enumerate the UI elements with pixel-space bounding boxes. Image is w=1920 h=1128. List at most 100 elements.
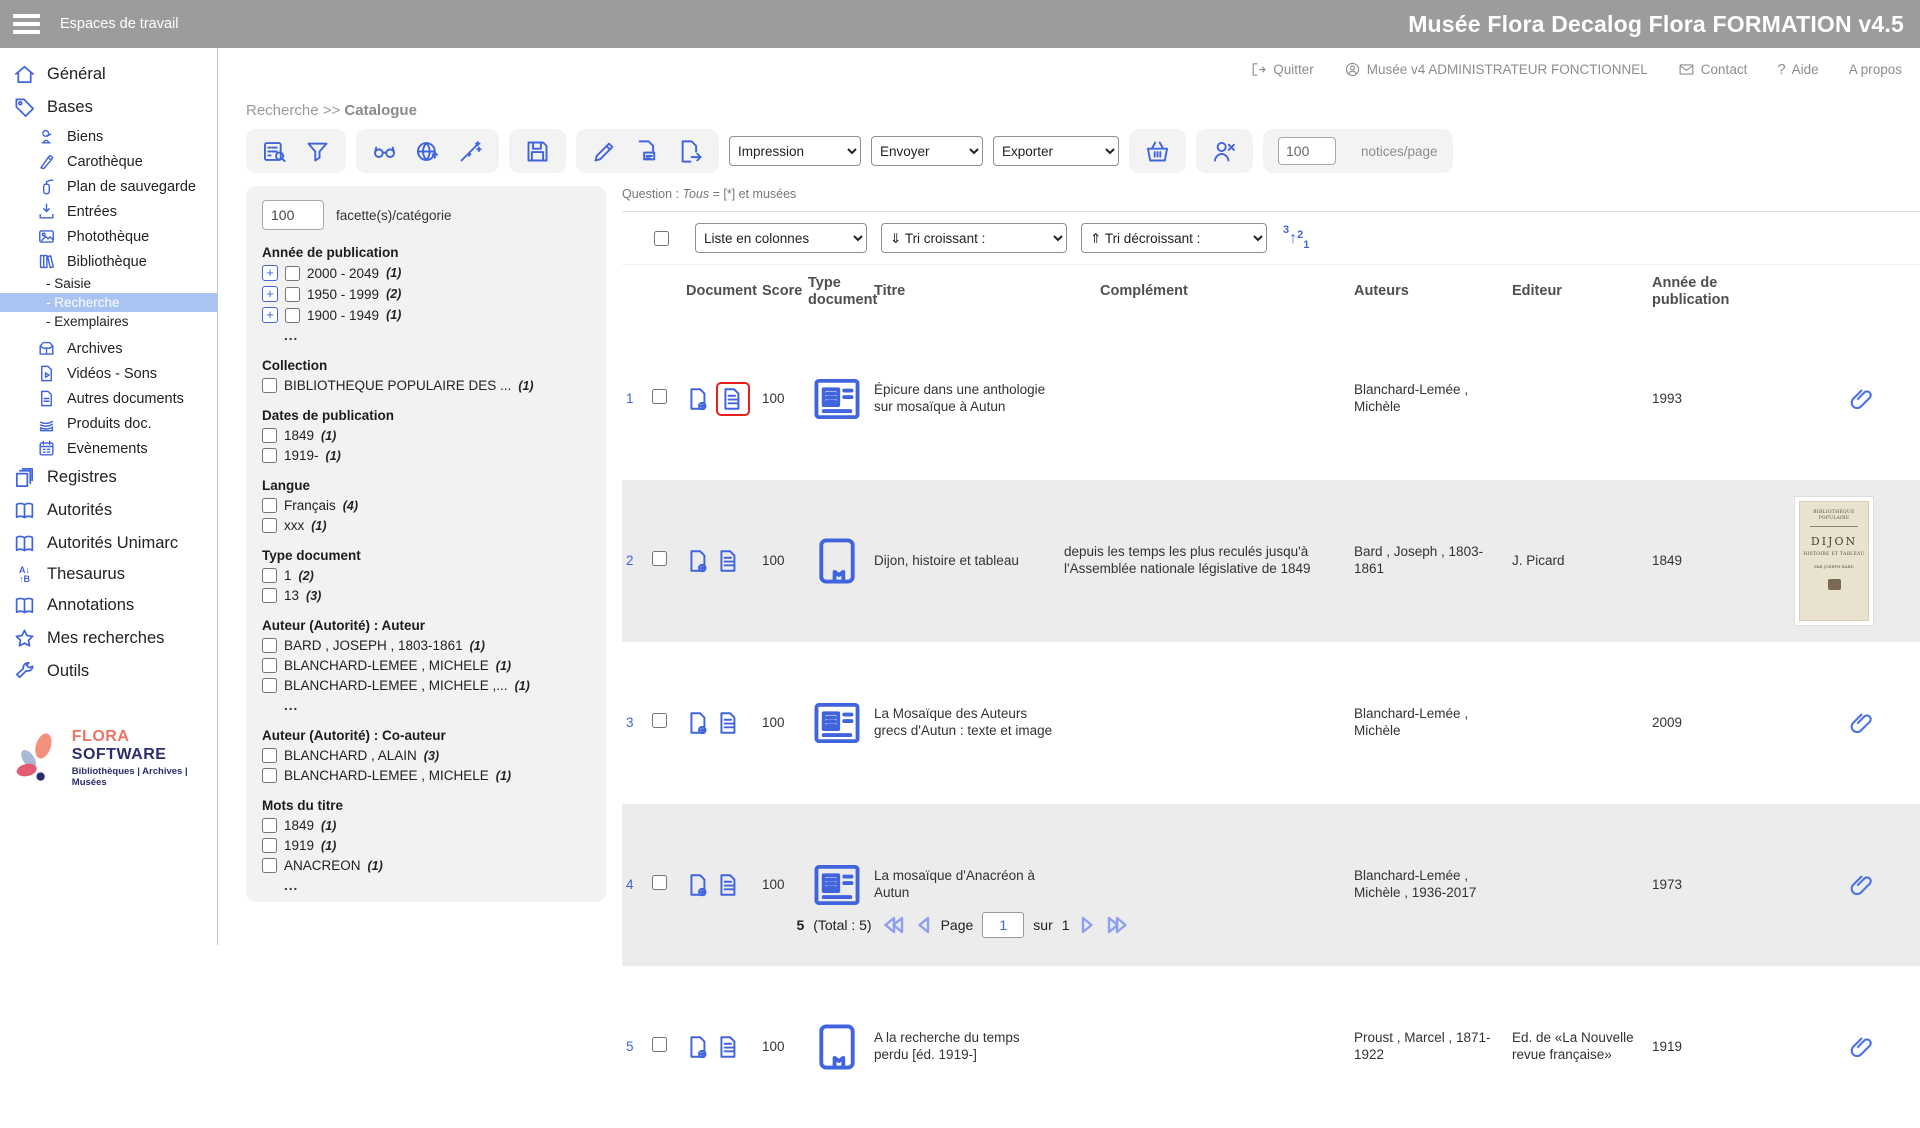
paperclip-icon[interactable] xyxy=(1849,711,1874,736)
paperclip-icon[interactable] xyxy=(1849,873,1874,898)
paperclip-icon[interactable] xyxy=(1849,387,1874,412)
sidebar-item-biens[interactable]: Biens xyxy=(0,124,217,149)
envoyer-select[interactable]: Envoyer xyxy=(871,136,983,166)
sidebar-item-phototheque[interactable]: Photothèque xyxy=(0,224,217,249)
facet-checkbox[interactable] xyxy=(262,518,277,533)
sidebar-item-produits-doc[interactable]: Produits doc. xyxy=(0,411,217,436)
sidebar-item-exemplaires[interactable]: - Exemplaires xyxy=(0,312,217,331)
list-search-icon[interactable] xyxy=(261,138,288,165)
facet-checkbox[interactable] xyxy=(262,638,277,653)
view-document-icon[interactable] xyxy=(716,548,742,574)
facet-checkbox[interactable] xyxy=(262,378,277,393)
last-page-icon[interactable] xyxy=(1105,915,1130,935)
facet-checkbox[interactable] xyxy=(262,658,277,673)
facet-checkbox[interactable] xyxy=(262,448,277,463)
sidebar-item-annotations[interactable]: Annotations xyxy=(0,589,217,622)
current-user[interactable]: Musée v4 ADMINISTRATEUR FONCTIONNEL xyxy=(1344,61,1648,78)
sidebar-item-entrees[interactable]: Entrées xyxy=(0,199,217,224)
sidebar-item-thesaurus[interactable]: A↓↑BThesaurus xyxy=(0,560,217,589)
globe-publish-icon[interactable] xyxy=(414,138,441,165)
print-document-icon[interactable] xyxy=(634,138,661,165)
facets-per-category-input[interactable] xyxy=(262,200,324,230)
export-document-icon[interactable] xyxy=(677,138,704,165)
aide-link[interactable]: ? Aide xyxy=(1777,61,1818,78)
expand-plus-icon[interactable]: + xyxy=(262,307,278,323)
sidebar-item-saisie[interactable]: - Saisie xyxy=(0,274,217,293)
expand-plus-icon[interactable]: + xyxy=(262,265,278,281)
sidebar-item-carotheque[interactable]: Carothèque xyxy=(0,149,217,174)
workspaces-label[interactable]: Espaces de travail xyxy=(60,16,178,32)
open-record-icon[interactable] xyxy=(686,386,712,412)
facet-checkbox[interactable] xyxy=(262,858,277,873)
multi-sort-icon[interactable]: 3↑21 xyxy=(1283,225,1309,251)
sidebar-item-registres[interactable]: Registres xyxy=(0,461,217,494)
expand-plus-icon[interactable]: + xyxy=(262,286,278,302)
sidebar-item-bases[interactable]: Bases xyxy=(0,91,217,124)
page-number-input[interactable] xyxy=(982,912,1024,938)
row-checkbox[interactable] xyxy=(652,875,667,890)
record-number-link[interactable]: 5 xyxy=(622,1033,648,1062)
row-checkbox[interactable] xyxy=(652,1037,667,1052)
paperclip-icon[interactable] xyxy=(1849,1035,1874,1060)
sidebar-item-outils[interactable]: Outils xyxy=(0,655,217,688)
facet-checkbox[interactable] xyxy=(285,266,300,281)
filter-icon[interactable] xyxy=(304,138,331,165)
record-thumbnail[interactable]: BIBLIOTHÈQUE POPULAIRE DIJON HISTOIRE ET… xyxy=(1794,496,1874,626)
sort-descending-select[interactable]: ⇑ Tri décroissant : xyxy=(1081,223,1267,253)
sidebar-item-general[interactable]: Général xyxy=(0,58,217,91)
previous-page-icon[interactable] xyxy=(915,915,932,935)
facet-more-link[interactable]: ... xyxy=(284,698,590,713)
notices-per-page-input[interactable] xyxy=(1278,137,1336,165)
open-record-icon[interactable] xyxy=(686,1034,712,1060)
facet-checkbox[interactable] xyxy=(285,287,300,302)
select-all-checkbox[interactable] xyxy=(654,231,669,246)
facet-checkbox[interactable] xyxy=(262,498,277,513)
view-document-icon[interactable] xyxy=(716,710,742,736)
record-number-link[interactable]: 4 xyxy=(622,871,648,900)
sort-ascending-select[interactable]: ⇓ Tri croissant : xyxy=(881,223,1067,253)
open-record-icon[interactable] xyxy=(686,872,712,898)
view-mode-select[interactable]: Liste en colonnes xyxy=(695,223,867,253)
facet-checkbox[interactable] xyxy=(262,838,277,853)
exporter-select[interactable]: Exporter xyxy=(993,136,1119,166)
row-checkbox[interactable] xyxy=(652,551,667,566)
sidebar-item-autres-documents[interactable]: Autres documents xyxy=(0,386,217,411)
record-number-link[interactable]: 2 xyxy=(622,547,648,576)
facet-more-link[interactable]: ... xyxy=(284,328,590,343)
sidebar-item-autorites[interactable]: Autorités xyxy=(0,494,217,527)
sidebar-item-videos-sons[interactable]: Vidéos - Sons xyxy=(0,361,217,386)
facet-more-link[interactable]: ... xyxy=(284,878,590,893)
save-icon[interactable] xyxy=(524,138,551,165)
facet-checkbox[interactable] xyxy=(262,588,277,603)
sidebar-item-plan-de-sauvegarde[interactable]: Plan de sauvegarde xyxy=(0,174,217,199)
next-page-icon[interactable] xyxy=(1079,915,1096,935)
view-document-icon[interactable] xyxy=(716,1034,742,1060)
contact-link[interactable]: Contact xyxy=(1678,61,1748,78)
sidebar-item-evenements[interactable]: Evènements xyxy=(0,436,217,461)
pencil-icon[interactable] xyxy=(591,138,618,165)
facet-checkbox[interactable] xyxy=(262,818,277,833)
facet-checkbox[interactable] xyxy=(262,768,277,783)
record-number-link[interactable]: 3 xyxy=(622,709,648,738)
sidebar-item-bibliotheque[interactable]: Bibliothèque xyxy=(0,249,217,274)
sidebar-item-mes-recherches[interactable]: Mes recherches xyxy=(0,622,217,655)
sidebar-item-autorites-unimarc[interactable]: Autorités Unimarc xyxy=(0,527,217,560)
facet-checkbox[interactable] xyxy=(262,678,277,693)
facet-checkbox[interactable] xyxy=(262,748,277,763)
impression-select[interactable]: Impression xyxy=(729,136,861,166)
person-remove-icon[interactable] xyxy=(1211,138,1238,165)
sidebar-item-recherche[interactable]: - Recherche xyxy=(0,293,217,312)
quitter-link[interactable]: Quitter xyxy=(1250,61,1314,78)
view-document-icon[interactable] xyxy=(716,872,742,898)
open-record-icon[interactable] xyxy=(686,710,712,736)
view-document-icon[interactable] xyxy=(720,386,746,412)
apropos-link[interactable]: A propos xyxy=(1849,62,1902,77)
record-number-link[interactable]: 1 xyxy=(622,385,648,414)
glasses-icon[interactable] xyxy=(371,138,398,165)
first-page-icon[interactable] xyxy=(881,915,906,935)
magic-wand-icon[interactable] xyxy=(457,138,484,165)
facet-checkbox[interactable] xyxy=(285,308,300,323)
row-checkbox[interactable] xyxy=(652,713,667,728)
basket-icon[interactable] xyxy=(1144,138,1171,165)
hamburger-menu-icon[interactable] xyxy=(0,0,46,48)
